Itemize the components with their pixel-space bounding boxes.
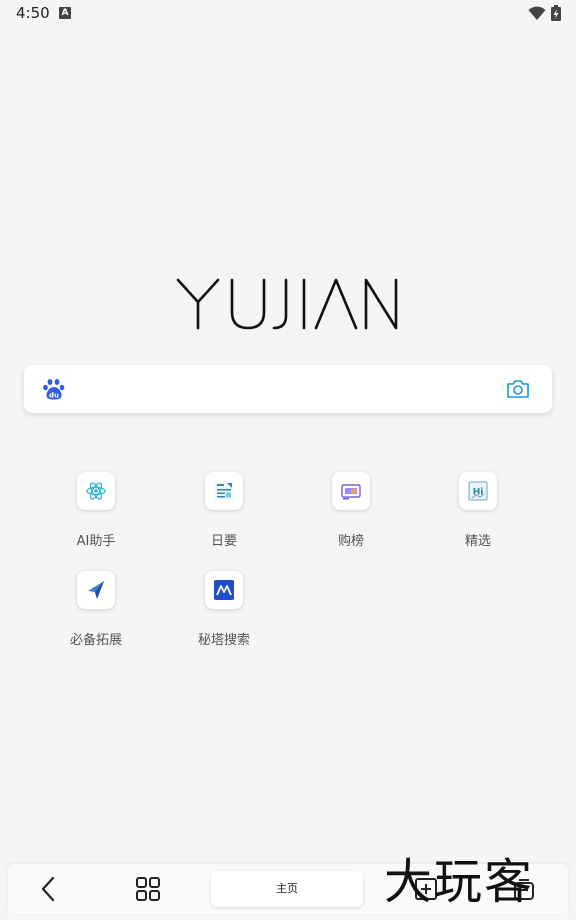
status-time: 4:50 (16, 4, 50, 22)
shortcut-tile[interactable] (77, 472, 115, 510)
shortcut-label: 精选 (464, 534, 491, 549)
shortcut-tile[interactable] (332, 472, 370, 510)
a-letter-icon: A (59, 7, 71, 19)
shortcut-label: 必备拓展 (69, 633, 122, 648)
news-document-icon (215, 482, 233, 500)
watermark-text: 大玩客 (384, 854, 535, 910)
shortcut-label: AI助手 (76, 534, 116, 549)
shortcut-tile[interactable] (77, 571, 115, 609)
shortcut-extensions[interactable]: 必备拓展 (46, 571, 146, 661)
battery-charging-icon (551, 5, 561, 21)
svg-text:du: du (49, 392, 59, 400)
apps-grid-icon[interactable] (135, 876, 161, 902)
shopping-rank-icon (341, 484, 361, 500)
shortcut-daily-digest[interactable]: 日要 (174, 472, 274, 562)
shortcut-label: 购榜 (337, 534, 364, 549)
search-bar[interactable]: du (24, 365, 552, 413)
shortcut-tile[interactable]: Hi (459, 472, 497, 510)
shortcut-label: 日要 (210, 534, 237, 549)
ai-atom-icon (86, 482, 106, 500)
shortcut-tile[interactable] (205, 571, 243, 609)
shortcut-metaso-search[interactable]: 秘塔搜索 (174, 571, 274, 661)
shortcut-featured[interactable]: Hi 精选 (428, 472, 528, 562)
metaso-mountain-icon (214, 580, 234, 600)
extension-arrow-icon (88, 581, 104, 599)
baidu-paw-icon[interactable]: du (42, 377, 66, 401)
hi-picks-icon: Hi (468, 481, 488, 501)
back-arrow-icon[interactable] (38, 876, 60, 902)
status-bar: 4:50 A (0, 0, 576, 28)
shortcut-ai-assistant[interactable]: AI助手 (46, 472, 146, 562)
camera-icon[interactable] (506, 379, 530, 399)
wifi-icon (528, 6, 546, 20)
yujian-logo (176, 278, 398, 330)
shortcut-tile[interactable] (205, 472, 243, 510)
shortcut-label: 秘塔搜索 (197, 633, 250, 648)
home-button[interactable]: 主页 (211, 871, 363, 907)
shortcut-shopping-rank[interactable]: 购榜 (301, 472, 401, 562)
